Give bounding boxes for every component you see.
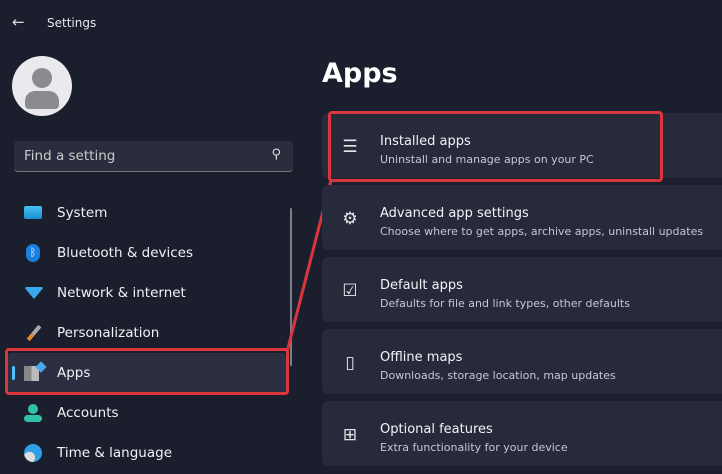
card-title: Offline maps <box>380 350 463 365</box>
card-default-apps[interactable]: ☑ Default apps Defaults for file and lin… <box>322 257 722 322</box>
page-title: Apps <box>322 58 398 89</box>
app-settings-gear-icon: ⚙ <box>342 209 358 229</box>
card-offline-maps[interactable]: ▯ Offline maps Downloads, storage locati… <box>322 329 722 394</box>
card-subtitle: Extra functionality for your device <box>380 441 568 454</box>
card-title: Optional features <box>380 422 493 437</box>
card-title: Default apps <box>380 278 463 293</box>
card-advanced-app-settings[interactable]: ⚙ Advanced app settings Choose where to … <box>322 185 722 250</box>
highlight-box-installed-apps <box>328 111 663 182</box>
card-optional-features[interactable]: ⊞ Optional features Extra functionality … <box>322 401 722 466</box>
card-subtitle: Defaults for file and link types, other … <box>380 297 630 310</box>
card-subtitle: Downloads, storage location, map updates <box>380 369 616 382</box>
add-features-icon: ⊞ <box>342 425 358 445</box>
card-subtitle: Choose where to get apps, archive apps, … <box>380 225 704 238</box>
default-apps-check-icon: ☑ <box>342 281 358 301</box>
card-title: Advanced app settings <box>380 206 529 221</box>
map-download-icon: ▯ <box>345 353 355 373</box>
